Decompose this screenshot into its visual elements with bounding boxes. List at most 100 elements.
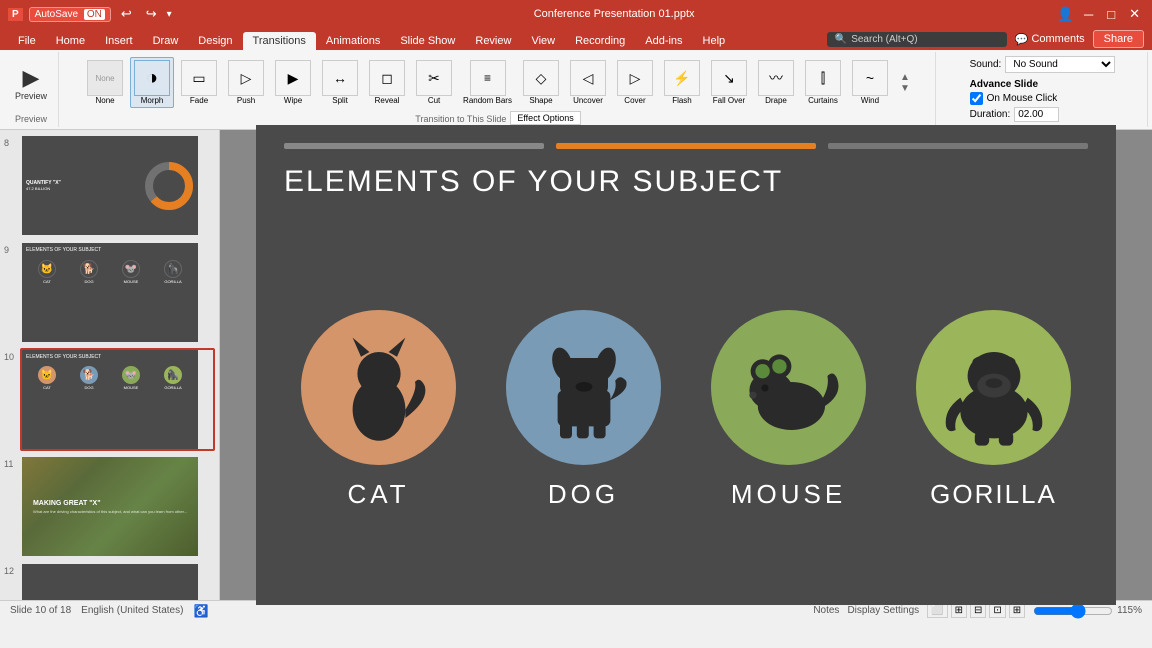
tab-addins[interactable]: Add-ins xyxy=(635,32,692,50)
slide-num-12: 12 xyxy=(4,566,16,576)
transition-flash[interactable]: ⚡ Flash xyxy=(660,57,704,108)
slide-canvas: ELEMENTS OF YOUR SUBJECT xyxy=(256,125,1116,605)
minimize-button[interactable]: ─ xyxy=(1080,7,1097,22)
animal-gorilla: GORILLA xyxy=(916,310,1071,510)
tab-review[interactable]: Review xyxy=(465,32,521,50)
share-button[interactable]: Share xyxy=(1093,30,1144,48)
sound-select[interactable]: No Sound xyxy=(1005,56,1115,73)
transition-uncover-label: Uncover xyxy=(573,96,603,105)
transition-cut[interactable]: ✂ Cut xyxy=(412,57,456,108)
transition-push-icon: ▷ xyxy=(228,60,264,96)
transition-push[interactable]: ▷ Push xyxy=(224,57,268,108)
slide-thumb-9[interactable]: 9 ELEMENTS OF YOUR SUBJECT 🐱 CAT 🐕 DO xyxy=(4,241,215,344)
close-button[interactable]: ✕ xyxy=(1125,6,1144,22)
transition-scroll-arrows[interactable]: ▲ ▼ xyxy=(897,54,913,111)
transition-randombars[interactable]: ≡ Random Bars xyxy=(459,57,516,108)
transition-uncover[interactable]: ◁ Uncover xyxy=(566,57,610,108)
quick-access-more[interactable]: ▾ xyxy=(167,9,172,20)
slide-panel: 8 QUANTIFY "X" 47.2 BILLION xyxy=(0,130,220,600)
on-mouse-click-checkbox[interactable] xyxy=(970,92,983,105)
transition-wind-icon: ~ xyxy=(852,60,888,96)
transition-none-icon: None xyxy=(87,60,123,96)
redo-button[interactable]: ↪ xyxy=(142,6,161,22)
tab-animations[interactable]: Animations xyxy=(316,32,390,50)
transition-cut-label: Cut xyxy=(428,96,440,105)
slide-thumb-img-10: ELEMENTS OF YOUR SUBJECT 🐱 CAT 🐕 DOG xyxy=(20,348,215,451)
restore-button[interactable]: □ xyxy=(1103,7,1119,22)
transition-cover[interactable]: ▷ Cover xyxy=(613,57,657,108)
view-presenter[interactable]: ⊞ xyxy=(1009,603,1025,618)
app-logo: P xyxy=(8,8,23,21)
filename-label: Conference Presentation 01.pptx xyxy=(534,8,695,20)
notes-button[interactable]: Notes xyxy=(813,605,839,616)
preview-button[interactable]: ▶ Preview xyxy=(10,55,52,113)
sound-label: Sound: xyxy=(970,59,1002,70)
mouse-circle xyxy=(711,310,866,465)
tab-design[interactable]: Design xyxy=(188,32,242,50)
preview-group-label: Preview xyxy=(15,114,47,125)
transition-wipe-icon: ▶ xyxy=(275,60,311,96)
transition-fallover[interactable]: ↘ Fall Over xyxy=(707,57,751,108)
transition-curtains[interactable]: ⫿ Curtains xyxy=(801,57,845,108)
ribbon-group-preview: ▶ Preview Preview xyxy=(4,52,59,127)
transition-wipe[interactable]: ▶ Wipe xyxy=(271,57,315,108)
preview-icon: ▶ xyxy=(23,67,40,89)
transition-shape-icon: ◇ xyxy=(523,60,559,96)
search-box[interactable]: 🔍 Search (Alt+Q) xyxy=(827,32,1007,47)
animal-cat: CAT xyxy=(301,310,456,510)
tab-insert[interactable]: Insert xyxy=(95,32,143,50)
tab-transitions[interactable]: Transitions xyxy=(243,32,316,50)
autosave-toggle[interactable]: AutoSave ON xyxy=(29,7,111,22)
account-icon[interactable]: 👤 xyxy=(1057,6,1074,23)
transition-cover-label: Cover xyxy=(624,96,645,105)
transition-none[interactable]: None None xyxy=(83,57,127,108)
transition-shape[interactable]: ◇ Shape xyxy=(519,57,563,108)
view-reading[interactable]: ⊡ xyxy=(989,603,1005,618)
transition-wind[interactable]: ~ Wind xyxy=(848,57,892,108)
slide-num-10: 10 xyxy=(4,352,16,362)
tab-recording[interactable]: Recording xyxy=(565,32,635,50)
transition-fade[interactable]: ▭ Fade xyxy=(177,57,221,108)
view-outline[interactable]: ⊞ xyxy=(951,603,967,618)
progress-bars xyxy=(256,125,1116,157)
undo-button[interactable]: ↩ xyxy=(117,6,136,22)
transition-reveal[interactable]: ◻ Reveal xyxy=(365,57,409,108)
animal-dog: DOG xyxy=(506,310,661,510)
slide-thumb-12[interactable]: 12 What is the title xyxy=(4,562,215,600)
view-slidesorter[interactable]: ⊟ xyxy=(970,603,986,618)
transition-reveal-icon: ◻ xyxy=(369,60,405,96)
transition-push-label: Push xyxy=(237,96,255,105)
transition-cover-icon: ▷ xyxy=(617,60,653,96)
transition-split-icon: ↔ xyxy=(322,60,358,96)
transition-drape-label: Drape xyxy=(765,96,787,105)
slide-thumb-8[interactable]: 8 QUANTIFY "X" 47.2 BILLION xyxy=(4,134,215,237)
tab-slideshow[interactable]: Slide Show xyxy=(390,32,465,50)
tab-file[interactable]: File xyxy=(8,32,46,50)
transition-cut-icon: ✂ xyxy=(416,60,452,96)
comments-button[interactable]: 💬 Comments xyxy=(1015,33,1085,46)
slide-thumb-10[interactable]: 10 ELEMENTS OF YOUR SUBJECT 🐱 CAT 🐕 D xyxy=(4,348,215,451)
slide-thumb-11[interactable]: 11 MAKING GREAT "X" What are the driving… xyxy=(4,455,215,558)
main-area: 8 QUANTIFY "X" 47.2 BILLION xyxy=(0,130,1152,600)
transition-fallover-label: Fall Over xyxy=(713,96,745,105)
transition-morph[interactable]: ◑ Morph xyxy=(130,57,174,108)
transition-drape[interactable]: 〰 Drape xyxy=(754,57,798,108)
tab-view[interactable]: View xyxy=(521,32,565,50)
duration-input[interactable] xyxy=(1014,107,1059,122)
transition-split[interactable]: ↔ Split xyxy=(318,57,362,108)
transition-wind-label: Wind xyxy=(861,96,879,105)
slide-thumb-img-9: ELEMENTS OF YOUR SUBJECT 🐱 CAT 🐕 DOG xyxy=(20,241,215,344)
tab-draw[interactable]: Draw xyxy=(143,32,189,50)
slide-num-11: 11 xyxy=(4,459,16,469)
search-icon: 🔍 xyxy=(835,34,847,45)
tab-help[interactable]: Help xyxy=(693,32,736,50)
display-settings-button[interactable]: Display Settings xyxy=(847,605,919,616)
ribbon-bar: ▶ Preview Preview None None ◑ Morph ▭ Fa… xyxy=(0,50,1152,130)
effect-options-button[interactable]: Effect Options xyxy=(510,111,580,125)
ribbon-group-timing: Sound: No Sound Advance Slide On Mouse C… xyxy=(938,52,1148,127)
transition-curtains-label: Curtains xyxy=(808,96,838,105)
accessibility-icon[interactable]: ♿ xyxy=(193,604,208,618)
cat-circle xyxy=(301,310,456,465)
tab-home[interactable]: Home xyxy=(46,32,95,50)
view-normal[interactable]: ⬜ xyxy=(927,603,947,618)
